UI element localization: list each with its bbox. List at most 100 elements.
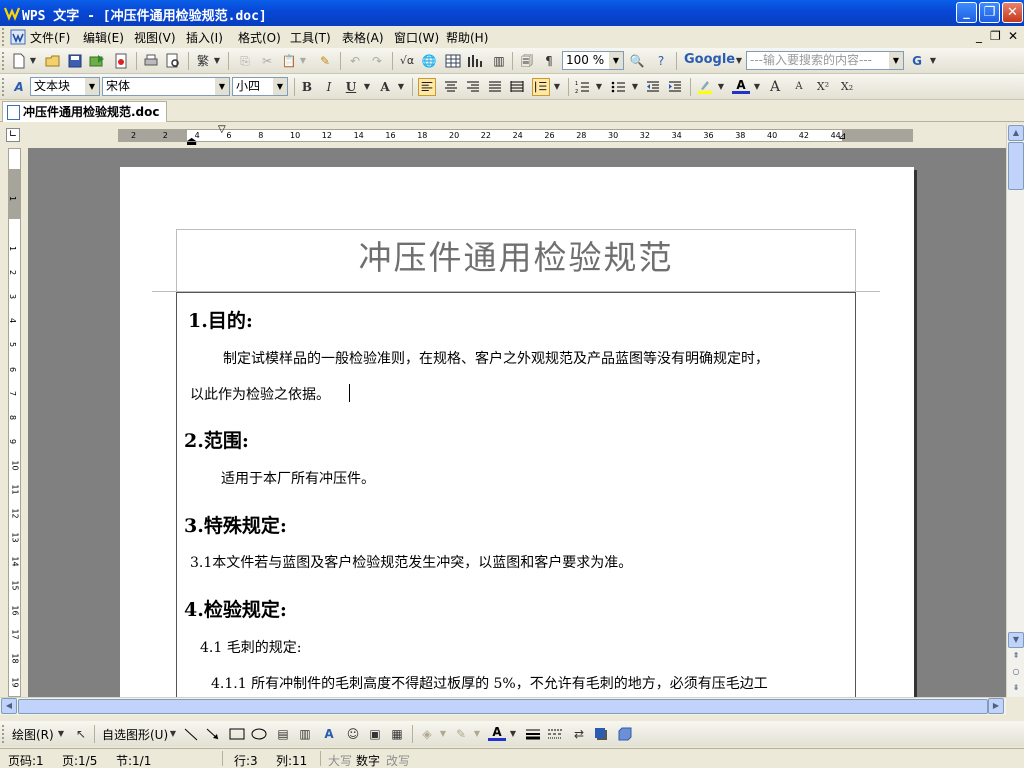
paste-icon[interactable]: 📋 [280,52,298,70]
doc-restore-button[interactable]: ❐ [990,29,1001,43]
new-dropdown-icon[interactable]: ▼ [28,52,38,70]
paragraph-text[interactable]: 制定试模样品的一般检验准则，在规格、客户之外观规范及产品蓝图等没有明确规定时， [223,348,769,368]
doc-minimize-button[interactable]: _ [976,29,982,43]
decrease-indent-icon[interactable] [644,78,662,96]
search-engine-label[interactable]: Google [684,52,735,67]
font-size-dropdown-icon[interactable]: ▼ [273,78,287,95]
scroll-down-icon[interactable]: ▼ [1008,632,1024,648]
redo-icon[interactable]: ↷ [368,52,386,70]
format-toolbar-grip[interactable] [2,78,5,96]
save-icon[interactable] [66,52,84,70]
format-painter-icon[interactable]: ✎ [316,52,334,70]
formula-icon[interactable]: √α [398,52,416,70]
scroll-right-icon[interactable]: ▶ [988,698,1004,714]
first-line-indent-marker-icon[interactable]: ▽ [218,124,226,135]
search-input[interactable]: ---输入要搜索的内容--- ▼ [746,51,904,70]
tab-document[interactable]: 冲压件通用检验规范.doc [2,101,167,122]
doc-close-button[interactable]: ✕ [1008,29,1018,43]
prev-page-icon[interactable]: ⇞ [1008,649,1024,665]
line-style-icon[interactable] [524,725,542,743]
numbering-icon[interactable]: 12 [574,78,592,96]
app-menu-icon[interactable] [10,29,26,45]
picture-tool-icon[interactable]: ▣ [366,725,384,743]
style-select[interactable]: 文本块 ▼ [30,77,100,96]
status-overwrite[interactable]: 改写 [386,752,410,768]
line-color-dropdown-icon[interactable]: ▼ [472,725,482,743]
shrink-font-button[interactable]: A [790,78,808,96]
underline-button[interactable]: U [342,78,360,96]
subscript-button[interactable]: X₂ [836,78,858,96]
diagram-tool-icon[interactable]: ▦ [388,725,406,743]
horizontal-ruler[interactable]: 2 2 4 6 8 10 12 14 16 18 20 22 24 26 28 30 32 34 36 38 40 42 4… [28,124,1006,148]
vertical-scrollbar[interactable]: ▲ ▼ ⇞ ○ ⇟ [1006,124,1024,697]
document-title[interactable]: 冲压件通用检验规范 [176,231,856,279]
minimize-button[interactable]: _ [956,2,977,23]
increase-indent-icon[interactable] [666,78,684,96]
insert-table-icon[interactable] [444,52,462,70]
columns-icon[interactable]: ▥ [490,52,508,70]
paragraph-text[interactable]: 以此作为检验之依据。 [190,384,330,404]
clipart-tool-icon[interactable]: ☺ [344,725,362,743]
paragraph-text[interactable]: 适用于本厂所有冲压件。 [221,468,375,488]
search-dropdown-icon[interactable]: ▼ [889,52,903,69]
new-document-icon[interactable] [10,52,28,70]
status-num[interactable]: 数字 [356,752,380,768]
menu-tools[interactable]: 工具(T) [290,29,331,46]
print-icon[interactable] [142,52,160,70]
search-engine-dropdown-icon[interactable]: ▼ [734,52,744,70]
align-justify-icon[interactable] [486,78,504,96]
3d-style-icon[interactable] [616,725,634,743]
draw-toolbar-grip[interactable] [2,725,5,743]
paragraph-text[interactable]: 4.1 毛刺的规定: [200,637,301,657]
status-caps[interactable]: 大写 [328,752,352,768]
horizontal-scroll-thumb[interactable] [18,699,988,714]
grow-font-button[interactable]: A [766,78,784,96]
find-icon[interactable]: 🔍 [628,52,646,70]
bold-button[interactable]: B [298,78,316,96]
textbox-tool-icon[interactable]: ▤ [274,725,292,743]
section-heading[interactable]: 1.目的: [188,306,253,333]
vertical-scroll-thumb[interactable] [1008,142,1024,190]
vertical-textbox-tool-icon[interactable]: ▥ [296,725,314,743]
menu-edit[interactable]: 编辑(E) [83,29,124,46]
arrow-style-icon[interactable]: ⇄ [570,725,588,743]
cut-icon[interactable]: ✂ [258,52,276,70]
draw-menu-button[interactable]: 绘图(R) [12,726,54,743]
traditional-chinese-icon[interactable]: 繁 [194,52,212,70]
help-icon[interactable]: ? [652,52,670,70]
bullets-dropdown-icon[interactable]: ▼ [630,78,640,96]
char-effect-dropdown-icon[interactable]: ▼ [396,78,406,96]
document-page[interactable]: 冲压件通用检验规范 1.目的: 制定试模样品的一般检验准则，在规格、客户之外观规… [120,167,914,697]
horizontal-scrollbar[interactable]: ◀ ▶ [0,697,1006,715]
autoshapes-button[interactable]: 自选图形(U) [102,726,168,743]
open-folder-icon[interactable] [44,52,62,70]
ellipse-tool-icon[interactable] [250,725,268,743]
arrow-tool-icon[interactable] [204,725,222,743]
menu-window[interactable]: 窗口(W) [394,29,439,46]
paste-dropdown-icon[interactable]: ▼ [298,52,308,70]
paragraph-text[interactable]: 4.1.1 所有冲制件的毛刺高度不得超过板厚的 5%，不允许有毛刺的地方，必须有… [211,673,768,693]
zoom-select[interactable]: 100 % ▼ [562,51,624,70]
close-button[interactable]: ✕ [1002,2,1023,23]
scroll-up-icon[interactable]: ▲ [1008,125,1024,141]
next-page-icon[interactable]: ⇟ [1008,681,1024,697]
font-size-select[interactable]: 小四 ▼ [232,77,288,96]
menu-format[interactable]: 格式(O) [238,29,281,46]
font-color-dropdown-icon[interactable]: ▼ [752,78,762,96]
traditional-dropdown-icon[interactable]: ▼ [212,52,222,70]
search-go-dropdown-icon[interactable]: ▼ [928,52,938,70]
export-pdf-icon[interactable] [112,52,130,70]
line-tool-icon[interactable] [182,725,200,743]
browse-object-icon[interactable]: ○ [1008,665,1024,681]
align-right-icon[interactable] [464,78,482,96]
bullets-icon[interactable] [610,78,628,96]
menu-table[interactable]: 表格(A) [342,29,384,46]
send-mail-icon[interactable] [88,52,106,70]
line-spacing-dropdown-icon[interactable]: ▼ [552,78,562,96]
menu-file[interactable]: 文件(F) [30,29,70,46]
hyperlink-icon[interactable]: 🌐 [420,52,438,70]
undo-icon[interactable]: ↶ [346,52,364,70]
line-spacing-icon[interactable] [532,78,550,96]
draw-font-color-icon[interactable]: A [488,725,506,741]
section-heading[interactable]: 2.范围: [184,426,249,453]
